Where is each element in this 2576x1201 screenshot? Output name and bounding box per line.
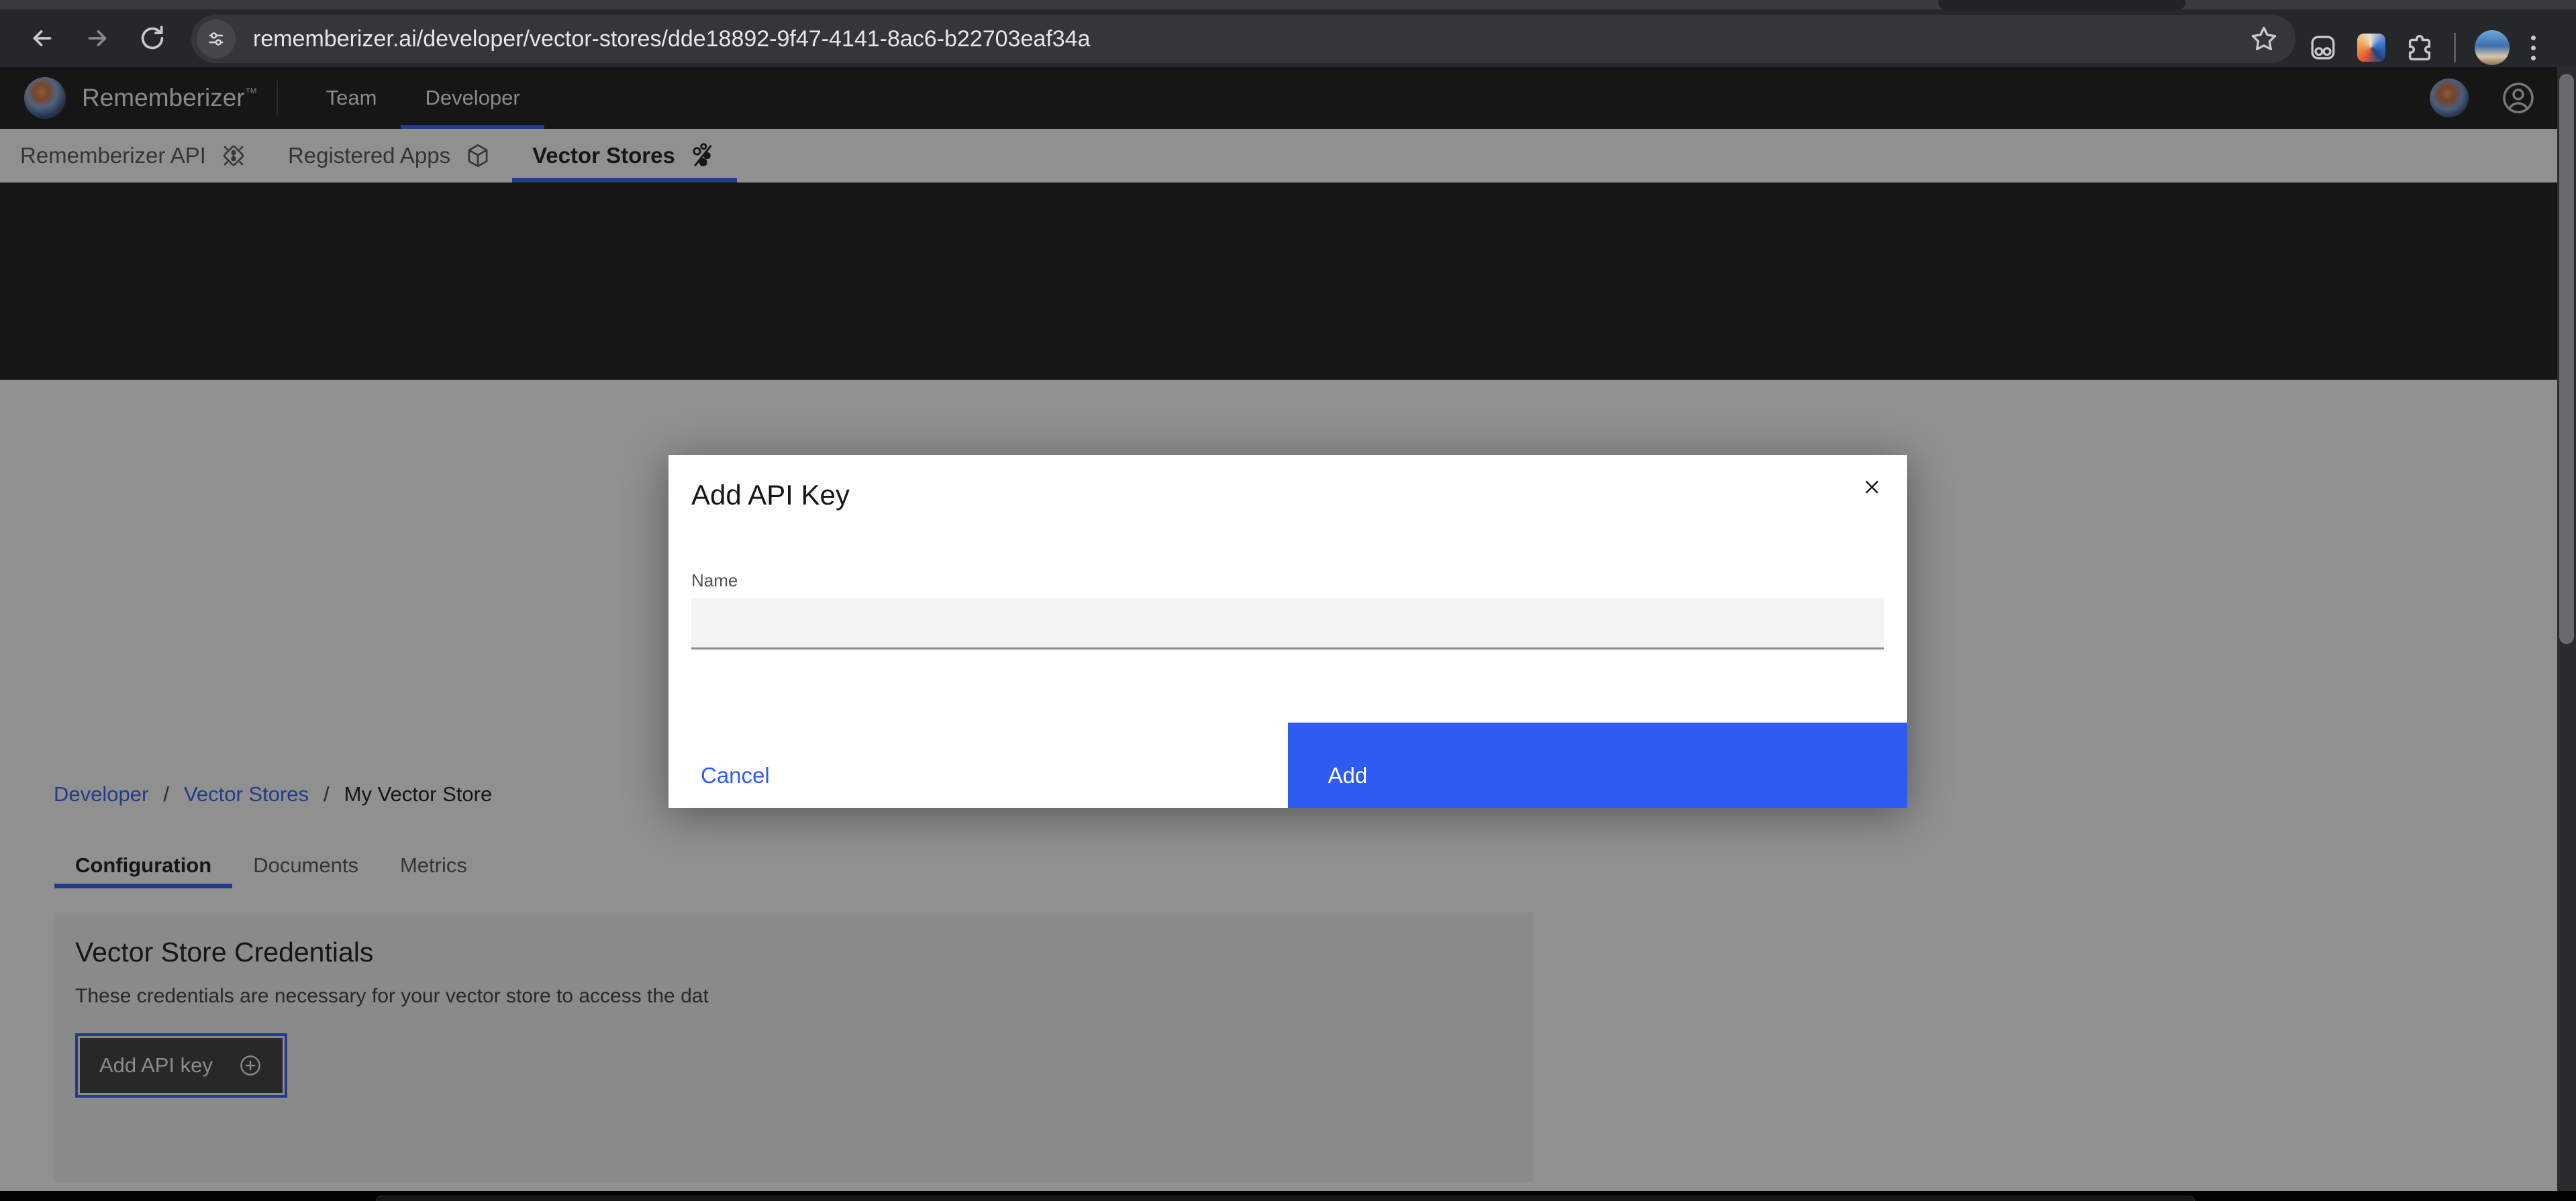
browser-chrome: rememberizer.ai/developer/vector-stores/… bbox=[0, 0, 2576, 67]
url-bar[interactable]: rememberizer.ai/developer/vector-stores/… bbox=[191, 15, 2295, 63]
add-api-key-modal: Add API Key Name Cancel Add bbox=[668, 455, 1907, 808]
modal-title: Add API Key bbox=[691, 479, 850, 511]
api-key-name-input[interactable] bbox=[691, 598, 1884, 649]
bookmark-star-icon[interactable] bbox=[2248, 23, 2279, 54]
back-icon[interactable] bbox=[27, 23, 58, 54]
page-scrollbar bbox=[2557, 67, 2576, 1191]
toolbar-divider bbox=[2454, 33, 2456, 62]
browser-profile-avatar[interactable] bbox=[2475, 30, 2510, 65]
close-icon[interactable] bbox=[1853, 468, 1891, 506]
custom-extension-icon[interactable] bbox=[2357, 34, 2385, 62]
forward-icon[interactable] bbox=[82, 23, 113, 54]
browser-tab-strip bbox=[0, 0, 2576, 9]
extensions-puzzle-icon[interactable] bbox=[2404, 32, 2435, 63]
scrollbar-thumb[interactable] bbox=[2559, 74, 2574, 644]
dock-edge bbox=[376, 1196, 2195, 1201]
add-button[interactable]: Add bbox=[1288, 723, 1908, 808]
modal-name-label: Name bbox=[691, 570, 738, 591]
browser-toolbar: rememberizer.ai/developer/vector-stores/… bbox=[0, 9, 2576, 67]
screen: rememberizer.ai/developer/vector-stores/… bbox=[0, 0, 2576, 1201]
reload-icon[interactable] bbox=[137, 23, 168, 54]
modal-footer: Cancel Add bbox=[668, 723, 1907, 808]
desktop-strip bbox=[0, 1191, 2576, 1201]
url-text[interactable]: rememberizer.ai/developer/vector-stores/… bbox=[253, 26, 1090, 52]
camera-notch bbox=[1938, 0, 2185, 9]
cancel-button[interactable]: Cancel bbox=[668, 723, 1288, 808]
split-view-icon[interactable] bbox=[2308, 32, 2338, 63]
site-settings-icon[interactable] bbox=[197, 19, 236, 58]
browser-menu-icon[interactable] bbox=[2528, 33, 2538, 63]
